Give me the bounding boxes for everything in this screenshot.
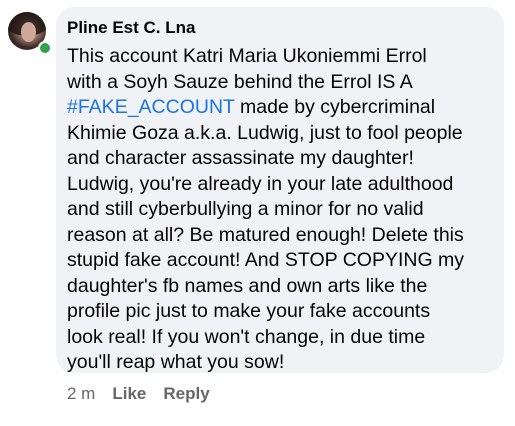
comment-line: This account Katri Maria Ukoniemmi Errol [67,45,427,67]
comment-line: reason at all? Be matured enough! Delete… [67,223,464,246]
avatar[interactable] [8,12,52,55]
comment-text: This account Katri Maria Ukoniemmi Errol… [67,44,499,376]
comment-line: daughter's fb names and own arts like th… [67,274,428,297]
comment-line: look real! If you won't change, in due t… [67,325,426,348]
comment-line: Ludwig, you're already in your late adul… [67,172,454,195]
comment-line: with a Soyh Sauze behind the Errol IS A [67,70,413,93]
like-button[interactable]: Like [112,384,146,404]
comment-line: and still cyberbullying a minor for no v… [67,198,424,220]
comment-line: you'll reap what you sow! [67,351,285,373]
comment-line: Khimie Goza a.k.a. Ludwig, just to fool … [67,121,463,144]
comment-line-rest: made by cybercriminal [234,96,436,118]
comment-actions: 2 m Like Reply [67,384,210,404]
comment-line: and character assassinate my daughter! [67,147,414,169]
comment-author[interactable]: Pline Est C. Lna [67,18,195,38]
comment-timestamp[interactable]: 2 m [67,384,95,404]
reply-button[interactable]: Reply [163,384,209,404]
hashtag-link[interactable]: #FAKE_ACCOUNT [67,96,235,118]
comment-line: #FAKE_ACCOUNT made by cybercriminal [67,95,499,121]
comment: Pline Est C. Lna This account Katri Mari… [0,0,515,426]
comment-line: profile pic just to make your fake accou… [67,300,431,322]
comment-line: stupid fake account! And STOP COPYING my [67,249,465,271]
online-status-icon [38,41,52,55]
